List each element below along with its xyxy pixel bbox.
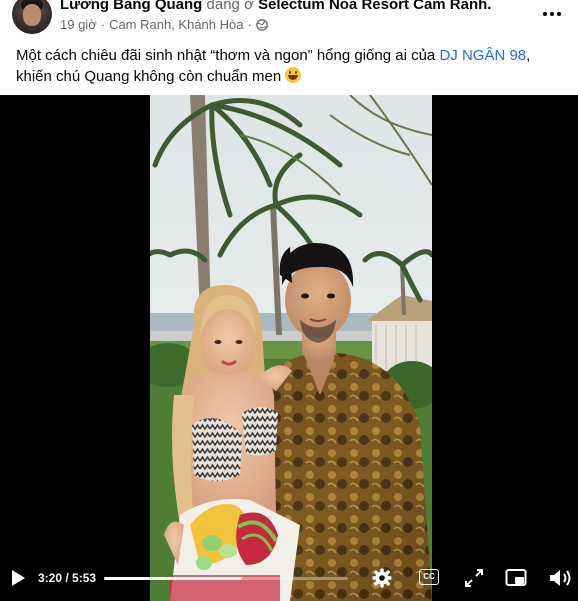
grinning-face-emoji-icon [285, 67, 302, 83]
post-caption: Một cách chiêu đãi sinh nhật “thơm và ng… [16, 45, 568, 87]
more-dot [543, 12, 547, 16]
globe-icon[interactable] [255, 19, 268, 31]
video-scene [150, 95, 432, 601]
meta-separator-2: · [247, 17, 252, 32]
play-icon[interactable] [10, 569, 26, 587]
captions-cc-icon[interactable]: CC [419, 569, 439, 585]
meta-separator: · [100, 17, 106, 32]
current-time: 3:20 [38, 571, 63, 585]
video-progress-bar[interactable] [104, 577, 348, 580]
post-timestamp[interactable]: 19 giờ [60, 17, 97, 33]
video-frame[interactable] [150, 95, 432, 601]
checkin-text: đang ở [206, 0, 254, 13]
post-place[interactable]: Cam Ranh, Khánh Hòa [109, 17, 243, 33]
mention-link[interactable]: DJ NGÂN 98 [439, 47, 526, 64]
more-dot [550, 12, 554, 16]
duration: 5:53 [72, 571, 97, 585]
cc-label: CC [423, 572, 435, 581]
volume-icon[interactable] [548, 568, 574, 588]
more-options-icon[interactable] [540, 4, 564, 24]
video-controls: 3:20 / 5:53 CC [0, 560, 578, 601]
video-player[interactable]: 3:20 / 5:53 CC [0, 95, 578, 601]
author-avatar[interactable] [12, 0, 52, 34]
settings-gear-icon[interactable] [371, 567, 393, 589]
post-header: Lương Bằng Quang đang ở Selectum Noa Res… [0, 0, 578, 38]
avatar-face [23, 4, 41, 26]
author-line: Lương Bằng Quang đang ở Selectum Noa Res… [60, 0, 491, 14]
author-name-link[interactable]: Lương Bằng Quang [60, 0, 202, 13]
time-separator: / [62, 571, 73, 585]
facebook-post: Lương Bằng Quang đang ở Selectum Noa Res… [0, 0, 578, 601]
caption-text-start: Một cách chiêu đãi sinh nhật “thơm và ng… [16, 47, 440, 64]
picture-in-picture-icon[interactable] [505, 568, 527, 588]
more-dot [557, 12, 561, 16]
location-link[interactable]: Selectum Noa Resort Cam Ranh. [258, 0, 491, 13]
fullscreen-icon[interactable] [465, 569, 483, 587]
post-meta: 19 giờ · Cam Ranh, Khánh Hòa · [60, 17, 268, 33]
video-progress-fill [104, 577, 243, 580]
video-time: 3:20 / 5:53 [38, 570, 96, 586]
